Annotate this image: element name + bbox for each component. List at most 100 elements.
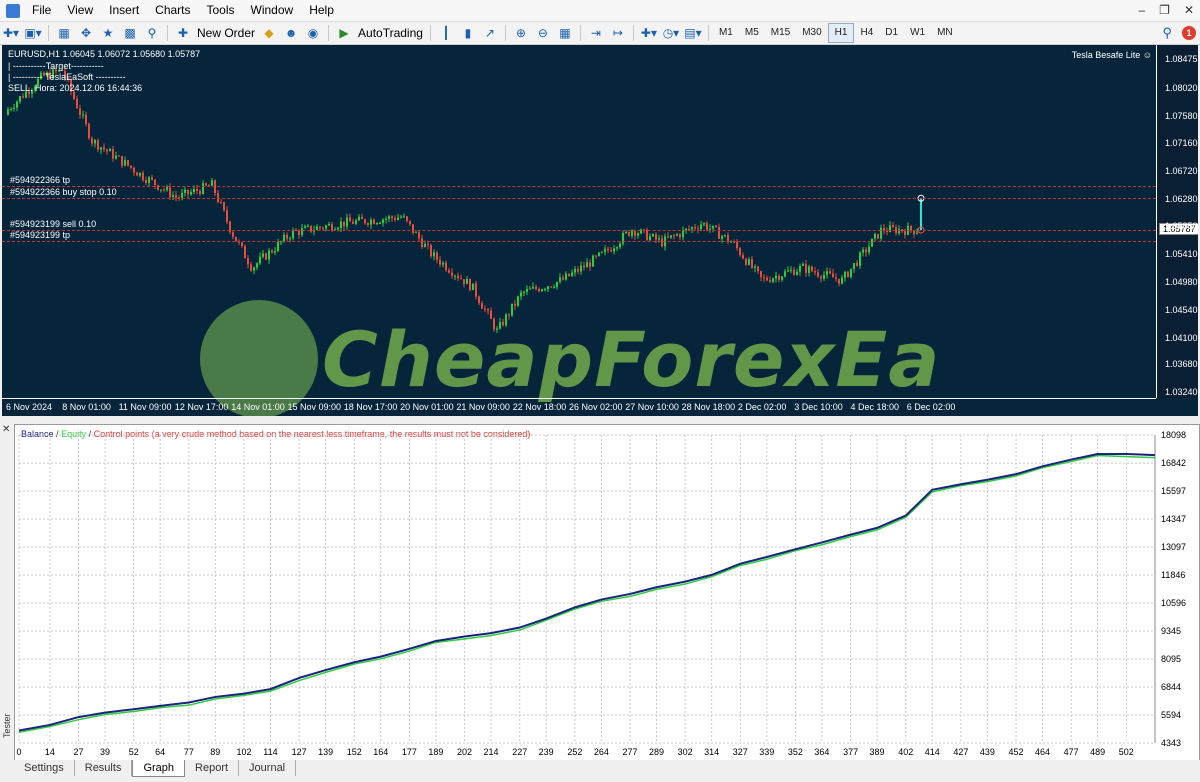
- candle-body: [250, 264, 252, 271]
- x-tick-label: 477: [1064, 747, 1079, 757]
- timeframe-d1[interactable]: D1: [879, 24, 904, 42]
- restore-icon[interactable]: ❐: [1159, 0, 1170, 21]
- order-level-line[interactable]: [2, 186, 1156, 188]
- x-tick-label: 364: [814, 747, 829, 757]
- x-tick-label: 89: [210, 747, 220, 757]
- tab-graph[interactable]: Graph: [132, 760, 186, 777]
- candle-body: [571, 272, 573, 277]
- order-level-line[interactable]: [2, 240, 1156, 242]
- candlestick-icon[interactable]: ▮: [459, 24, 477, 42]
- equity-line: [18, 454, 1156, 734]
- candle-body: [721, 236, 723, 239]
- tab-journal[interactable]: Journal: [239, 760, 297, 776]
- order-level-line[interactable]: [2, 198, 1156, 200]
- x-tick-label: 489: [1090, 747, 1105, 757]
- y-tick-label: 14347: [1161, 514, 1186, 524]
- profiles-icon[interactable]: ▣▾: [24, 24, 42, 42]
- y-tick-label: 11846: [1161, 570, 1185, 580]
- candle-body: [16, 101, 18, 108]
- price-chart[interactable]: CheapForexEa EURUSD,H1 1.06045 1.06072 1…: [2, 45, 1198, 416]
- strategy-tester-icon[interactable]: ⚲: [143, 24, 161, 42]
- menu-insert[interactable]: Insert: [101, 0, 147, 21]
- navigator-icon[interactable]: ★: [99, 24, 117, 42]
- candle-body: [544, 289, 546, 291]
- price-tick-label: 1.04100: [1165, 332, 1198, 343]
- candle-body: [826, 271, 828, 275]
- candle-body: [199, 190, 201, 194]
- notification-badge[interactable]: 1: [1182, 26, 1196, 40]
- auto-scroll-icon[interactable]: ⇥: [587, 24, 605, 42]
- candle-body: [649, 236, 651, 241]
- search-icon[interactable]: ⚲: [1162, 25, 1172, 41]
- candle-body: [592, 255, 594, 267]
- minimize-icon[interactable]: –: [1138, 0, 1145, 21]
- candle-body: [634, 230, 636, 236]
- tester-close-icon[interactable]: ✕: [2, 424, 12, 435]
- timeframe-m1[interactable]: M1: [713, 24, 739, 42]
- timeframe-mn[interactable]: MN: [931, 24, 959, 42]
- timeframe-h4[interactable]: H4: [854, 24, 879, 42]
- time-tick-label: 27 Nov 10:00: [625, 402, 679, 412]
- candle-body: [190, 192, 192, 195]
- candle-body: [736, 241, 738, 249]
- candle-body: [601, 251, 603, 253]
- time-tick-label: 18 Nov 17:00: [343, 402, 398, 412]
- zoom-in-icon[interactable]: ⊕: [512, 24, 530, 42]
- data-window-icon[interactable]: ✥: [77, 24, 95, 42]
- new-order-button[interactable]: New Order: [194, 26, 258, 40]
- y-tick-label: 5594: [1161, 710, 1181, 720]
- candle-body: [691, 227, 693, 230]
- chart-shift-icon[interactable]: ↦: [609, 24, 627, 42]
- indicators-icon[interactable]: ✚▾: [640, 24, 658, 42]
- timeframe-m15[interactable]: M15: [765, 24, 796, 42]
- menu-window[interactable]: Window: [243, 0, 302, 21]
- candle-body: [412, 224, 414, 233]
- menu-file[interactable]: File: [24, 0, 59, 21]
- line-chart-icon[interactable]: ↗: [481, 24, 499, 42]
- zoom-out-icon[interactable]: ⊖: [534, 24, 552, 42]
- terminal-icon[interactable]: ▩: [121, 24, 139, 42]
- candle-body: [526, 288, 528, 292]
- timeframe-w1[interactable]: W1: [904, 24, 931, 42]
- templates-icon[interactable]: ▤▾: [684, 24, 702, 42]
- signals-icon[interactable]: ☻: [282, 24, 300, 42]
- menu-help[interactable]: Help: [301, 0, 342, 21]
- menu-tools[interactable]: Tools: [199, 0, 243, 21]
- timeframe-h1[interactable]: H1: [827, 23, 855, 43]
- market-icon[interactable]: ◉: [304, 24, 322, 42]
- autotrading-button[interactable]: AutoTrading: [355, 26, 426, 40]
- candle-body: [22, 96, 24, 98]
- metaeditor-icon[interactable]: ◆: [260, 24, 278, 42]
- candle-body: [604, 248, 606, 252]
- candle-body: [142, 172, 144, 181]
- candle-body: [877, 233, 879, 239]
- close-icon[interactable]: ✕: [1184, 0, 1194, 21]
- candle-body: [244, 246, 246, 259]
- timeframe-m30[interactable]: M30: [796, 24, 827, 42]
- candle-body: [343, 221, 345, 227]
- autotrading-icon[interactable]: ▶: [335, 24, 353, 42]
- menu-view[interactable]: View: [59, 0, 101, 21]
- tab-report[interactable]: Report: [185, 760, 240, 776]
- order-level-line[interactable]: [2, 230, 1156, 232]
- new-chart-icon[interactable]: ✚▾: [2, 24, 20, 42]
- candle-body: [403, 216, 405, 218]
- tab-results[interactable]: Results: [75, 760, 133, 776]
- candle-body: [127, 160, 129, 166]
- price-tick-label: 1.06720: [1165, 165, 1198, 176]
- market-watch-icon[interactable]: ▦: [55, 24, 73, 42]
- tab-settings[interactable]: Settings: [14, 760, 75, 776]
- candle-body: [511, 303, 513, 316]
- candle-body: [163, 189, 165, 191]
- bar-chart-icon[interactable]: ┃: [437, 24, 455, 42]
- menu-charts[interactable]: Charts: [147, 0, 198, 21]
- periods-icon[interactable]: ◷▾: [662, 24, 680, 42]
- x-tick-label: 252: [567, 747, 582, 757]
- candle-body: [724, 235, 726, 237]
- candle-body: [205, 183, 207, 186]
- new-order-icon[interactable]: ✚: [174, 24, 192, 42]
- tile-windows-icon[interactable]: ▦: [556, 24, 574, 42]
- y-tick-label: 16842: [1161, 458, 1186, 468]
- timeframe-m5[interactable]: M5: [739, 24, 765, 42]
- time-tick-label: 26 Nov 02:00: [569, 402, 623, 412]
